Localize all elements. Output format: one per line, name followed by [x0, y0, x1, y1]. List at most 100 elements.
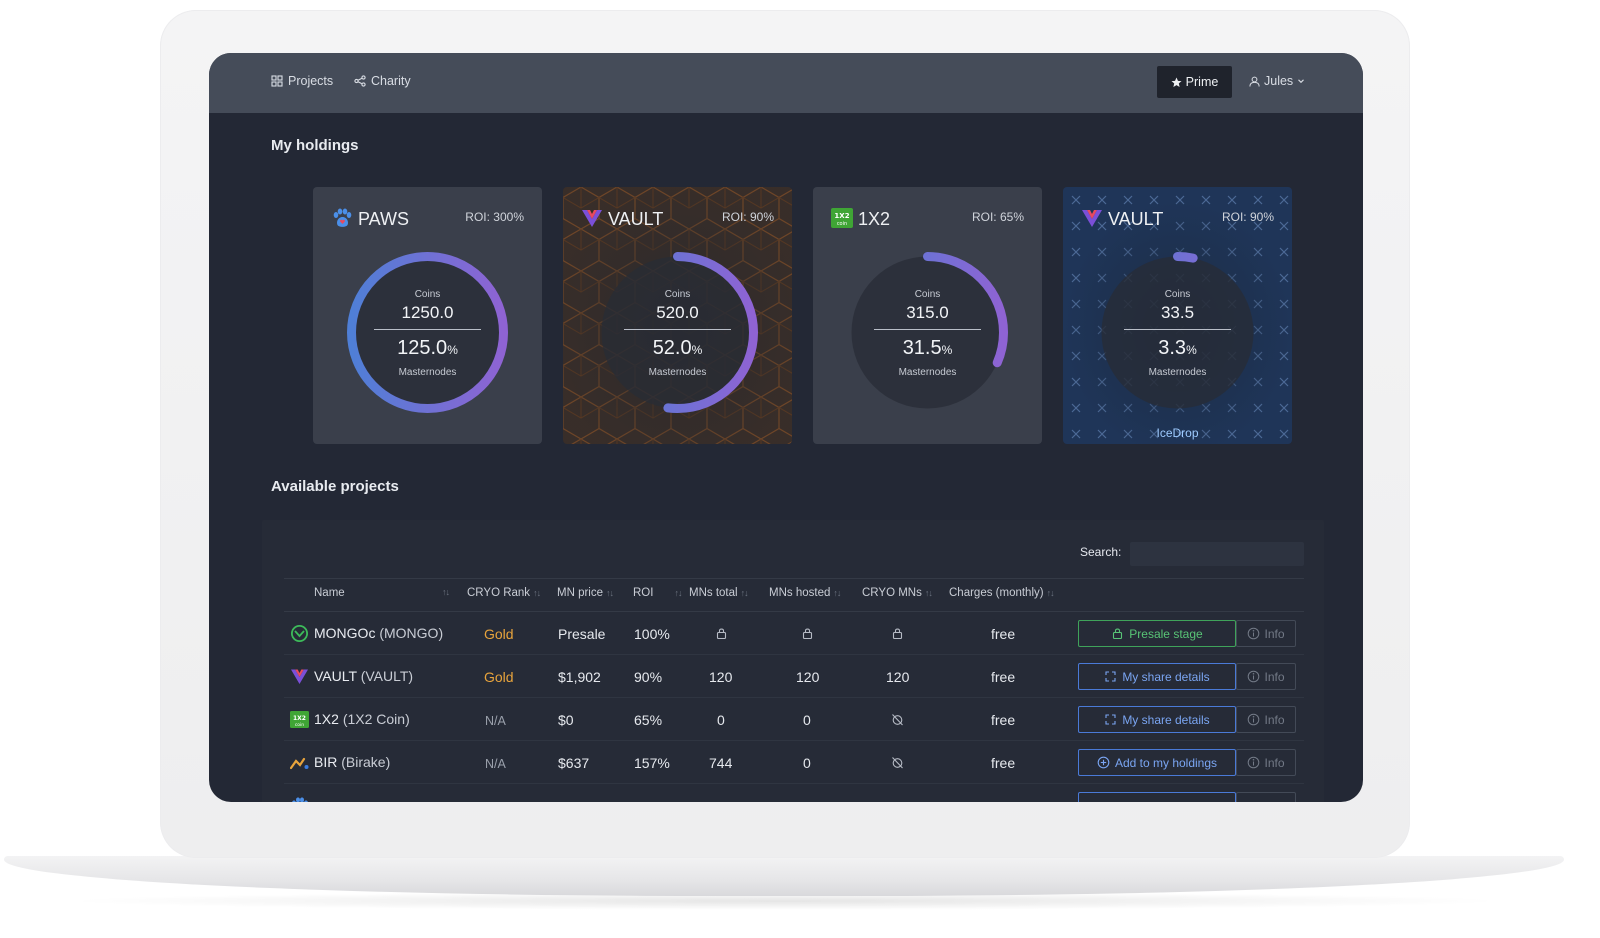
card-coin-name: 1X2 [858, 209, 891, 229]
table-row: VAULT (VAULT) Gold $1,902 90% 120 120 12… [284, 655, 1304, 698]
my-share-details-button[interactable]: My share details [1078, 663, 1236, 690]
presale-stage-button[interactable]: Presale stage [1078, 620, 1236, 647]
card-coin-name: VAULT [608, 209, 664, 229]
prime-button[interactable]: Prime [1157, 66, 1232, 98]
info-label: Info [1264, 669, 1285, 684]
card-coin-name: PAWS [358, 209, 410, 229]
svg-text:1X2: 1X2 [293, 715, 306, 722]
plus-circle-icon [1097, 756, 1110, 769]
star-icon [1171, 77, 1182, 87]
action-label: Add to my holdings [1114, 755, 1218, 770]
sort-icon: ↑↓ [924, 588, 933, 598]
top-nav: Projects Charity Prime Jules [209, 53, 1363, 113]
holding-card[interactable]: VAULT ROI: 90% Coins 33.5 3.3% Masternod… [1063, 187, 1292, 444]
column-header-cryo-mns[interactable]: CRYO MNs ↑↓ [862, 587, 933, 599]
ring-values: Coins 33.5 3.3% Masternodes [1090, 245, 1265, 420]
column-label: MNs hosted [769, 587, 831, 599]
info-icon [1248, 713, 1260, 726]
charges-value: free [991, 626, 1016, 642]
column-header-cryo-rank[interactable]: CRYO Rank ↑↓ [467, 587, 541, 599]
search-input[interactable] [1130, 542, 1304, 566]
table-header-top-border [284, 578, 1304, 579]
partial-info-button[interactable] [1236, 792, 1296, 802]
info-button[interactable]: Info [1236, 749, 1296, 776]
charges-value: free [991, 669, 1016, 685]
coins-value: 1250.0 [401, 303, 454, 322]
mn-price: Presale [558, 626, 606, 642]
roi-value: 157% [634, 755, 670, 771]
vault-logo-icon [582, 210, 602, 227]
mongo-logo-icon [291, 625, 308, 642]
nav-projects[interactable]: Projects [271, 74, 333, 88]
project-title: 1X2 [314, 711, 339, 727]
sort-name-icon[interactable]: ↑↓ [442, 587, 450, 597]
masternodes-label: Masternodes [648, 367, 707, 378]
card-coin-name: VAULT [1108, 209, 1164, 229]
mns-total: 744 [709, 755, 733, 771]
birake-logo-icon [290, 757, 309, 770]
project-ticker: (MONGO) [379, 625, 444, 641]
sort-icon: ↑↓ [533, 588, 541, 598]
my-share-details-button[interactable]: My share details [1078, 706, 1236, 733]
ring-values: Coins 520.0 52.0% Masternodes [590, 245, 765, 420]
project-ticker: (Birake) [341, 754, 391, 770]
project-title: MONGOc [314, 625, 376, 641]
sort-icon: ↑↓ [740, 588, 749, 598]
project-title: VAULT [314, 668, 357, 684]
column-label: CRYO Rank [467, 587, 531, 599]
table-row-partial [284, 784, 1304, 802]
partial-action-button[interactable] [1078, 792, 1236, 802]
column-header-mns-total[interactable]: MNs total ↑↓ [689, 587, 749, 599]
mn-unit: % [691, 343, 703, 357]
holding-card[interactable]: PAWS ROI: 300% Coins 1250.0 125.0% Maste… [313, 187, 542, 444]
user-name: Jules [1264, 74, 1294, 88]
laptop-base [4, 856, 1564, 896]
holding-card[interactable]: 1X2 coin 1X2 ROI: 65% Coins 315.0 31.5% … [813, 187, 1042, 444]
card-footer-label: IceDrop [1156, 426, 1199, 440]
mn-number: 52.0 [652, 337, 692, 359]
column-header-name[interactable]: Name [314, 587, 345, 599]
column-header-mns-hosted[interactable]: MNs hosted ↑↓ [769, 587, 841, 599]
mns-hosted: 0 [803, 755, 811, 771]
table-row: MONGOc (MONGO) Gold Presale 100% free Pr… [284, 612, 1304, 655]
mn-price: $0 [558, 712, 574, 728]
column-header-charges[interactable]: Charges (monthly) ↑↓ [949, 587, 1055, 599]
search-label: Search: [1080, 545, 1122, 559]
masternodes-value: 52.0% [590, 337, 765, 360]
nav-charity[interactable]: Charity [354, 74, 411, 88]
card-roi: ROI: 65% [971, 210, 1024, 224]
ring-divider [374, 329, 481, 330]
mns-total: 0 [717, 712, 725, 728]
masternodes-value: 3.3% [1090, 337, 1265, 360]
ring-values: Coins 315.0 31.5% Masternodes [840, 245, 1015, 420]
column-label: MN price [557, 587, 604, 599]
info-button[interactable]: Info [1236, 663, 1296, 690]
user-menu[interactable]: Jules [1249, 74, 1305, 88]
sort-icon: ↑↓ [833, 588, 841, 598]
roi-value: 100% [634, 626, 670, 642]
project-title: BIR [314, 754, 338, 770]
card-roi: ROI: 300% [465, 210, 524, 224]
holding-card[interactable]: VAULT ROI: 90% Coins 520.0 52.0% Mastern… [563, 187, 792, 444]
column-header-mn-price[interactable]: MN price ↑↓ [557, 587, 614, 599]
mn-number: 31.5 [902, 337, 942, 359]
coins-label: Coins [1164, 289, 1191, 300]
ring-divider [624, 329, 731, 330]
project-name: VAULT (VAULT) [314, 668, 413, 684]
add-to-holdings-button[interactable]: Add to my holdings [1078, 749, 1236, 776]
masternodes-label: Masternodes [898, 367, 957, 378]
project-ticker: (VAULT) [360, 668, 414, 684]
project-name: BIR (Birake) [314, 754, 390, 770]
mn-unit: % [1186, 343, 1197, 357]
cryo-rank: N/A [485, 714, 506, 728]
info-button[interactable]: Info [1236, 706, 1296, 733]
app-screen: Projects Charity Prime Jules My holdings [209, 53, 1363, 802]
sort-icon: ↑↓ [674, 588, 682, 598]
paw-icon [333, 208, 352, 227]
info-button[interactable]: Info [1236, 620, 1296, 647]
1x2-coin-logo-icon: 1X2 coin [831, 208, 853, 228]
action-label: Presale stage [1129, 626, 1203, 641]
lock-icon [716, 628, 727, 640]
user-icon [1249, 76, 1260, 87]
column-header-roi[interactable]: ROI ↑↓ [633, 587, 682, 599]
